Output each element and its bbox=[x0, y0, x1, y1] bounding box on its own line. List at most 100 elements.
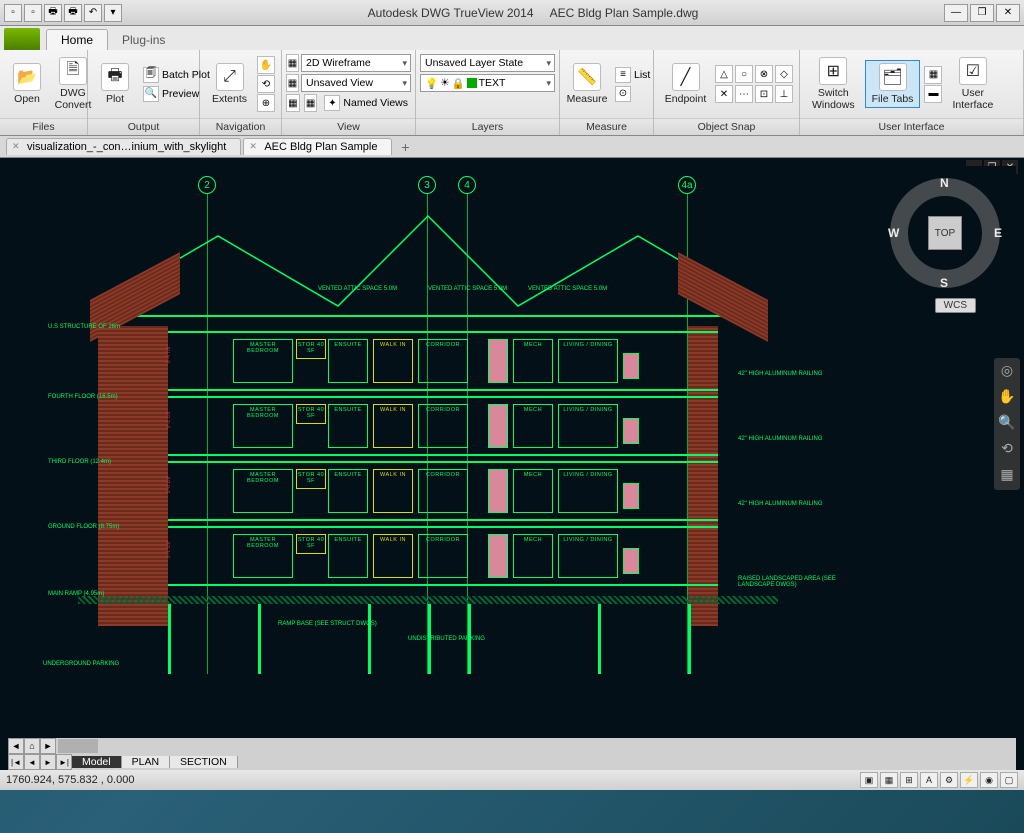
orbit-icon[interactable]: ⟲ bbox=[257, 75, 275, 93]
file-tab-1[interactable]: visualization_-_con…inium_with_skylight bbox=[6, 138, 241, 155]
layout-tab-section[interactable]: SECTION bbox=[170, 756, 238, 768]
orbit-tool-icon[interactable]: ⟲ bbox=[997, 440, 1017, 460]
panel-osnap-label: Object Snap bbox=[654, 118, 799, 135]
railing-note: 42" HIGH ALUMINUM RAILING bbox=[738, 436, 822, 442]
grid-toggle-icon[interactable]: ▦ bbox=[880, 772, 898, 788]
viewcube-top-face[interactable]: TOP bbox=[928, 216, 962, 250]
named-views-button[interactable]: ✦Named Views bbox=[321, 94, 411, 112]
viewcube-south[interactable]: S bbox=[940, 276, 948, 290]
measure-button[interactable]: 📏 Measure bbox=[566, 61, 608, 107]
scroll-thumb[interactable] bbox=[58, 739, 98, 753]
switch-windows-button[interactable]: ⊞ Switch Windows bbox=[806, 55, 861, 113]
elevator bbox=[488, 339, 508, 383]
underground-label: UNDISTRIBUTED PARKING bbox=[408, 636, 485, 642]
qat-undo-icon[interactable]: ↶ bbox=[84, 4, 102, 22]
wcs-dropdown[interactable]: WCS bbox=[935, 298, 976, 313]
plot-button[interactable]: 🖶 Plot bbox=[94, 61, 136, 107]
elevator bbox=[488, 404, 508, 448]
vp2-icon[interactable]: ▦ bbox=[304, 94, 318, 112]
elevator bbox=[623, 483, 639, 509]
extents-button[interactable]: ⤢ Extents bbox=[206, 61, 253, 107]
scroll-right-icon[interactable]: ► bbox=[40, 738, 56, 754]
qat-open-icon[interactable]: ▫ bbox=[24, 4, 42, 22]
switch-windows-label: Switch Windows bbox=[812, 87, 855, 111]
model-paper-toggle[interactable]: ▣ bbox=[860, 772, 878, 788]
viewcube-east[interactable]: E bbox=[994, 226, 1002, 240]
showmotion-icon[interactable]: ▦ bbox=[997, 466, 1017, 486]
visual-style-dropdown[interactable]: 2D Wireframe bbox=[301, 54, 411, 72]
qat-plot-icon[interactable]: 🖶 bbox=[44, 4, 62, 22]
file-tab-2[interactable]: AEC Bldg Plan Sample bbox=[243, 138, 392, 155]
id-button[interactable]: ⊙ bbox=[612, 85, 653, 103]
list-button[interactable]: ≡List bbox=[612, 66, 653, 84]
scroll-left-icon[interactable]: ◄ bbox=[8, 738, 24, 754]
osnap-ins-icon[interactable]: ⊡ bbox=[755, 85, 773, 103]
layout-next-icon[interactable]: ► bbox=[40, 754, 56, 770]
ui-label: User Interface bbox=[952, 87, 993, 111]
pan-tool-icon[interactable]: ✋ bbox=[997, 388, 1017, 408]
layout-tab-plan[interactable]: PLAN bbox=[122, 756, 170, 768]
isolate-objects-icon[interactable]: ◉ bbox=[980, 772, 998, 788]
railing-note: 42" HIGH ALUMINUM RAILING bbox=[738, 371, 822, 377]
roof-outline bbox=[98, 206, 758, 326]
snap-toggle-icon[interactable]: ⊞ bbox=[900, 772, 918, 788]
layout-first-icon[interactable]: |◄ bbox=[8, 754, 24, 770]
viewcube-north[interactable]: N bbox=[940, 176, 949, 190]
horizontal-scrollbar[interactable]: ◄ ⌂ ► bbox=[8, 738, 1016, 754]
tab-home[interactable]: Home bbox=[46, 29, 108, 50]
app-menu-icon[interactable] bbox=[4, 28, 40, 50]
clean-screen-icon[interactable]: ▢ bbox=[1000, 772, 1018, 788]
drawing-content: 2 3 4 4a VENTED ATTIC SPACE 5.0M VENTED … bbox=[38, 176, 836, 692]
osnap-perp-icon[interactable]: ⊥ bbox=[775, 85, 793, 103]
qat-print-icon[interactable]: 🖶 bbox=[64, 4, 82, 22]
hardware-accel-icon[interactable]: ⚡ bbox=[960, 772, 978, 788]
room-label: WALK IN bbox=[374, 405, 412, 413]
endpoint-button[interactable]: ╱ Endpoint bbox=[660, 61, 711, 107]
open-button[interactable]: 📂 Open bbox=[6, 61, 48, 107]
scroll-home-icon[interactable]: ⌂ bbox=[24, 738, 40, 754]
workspace-switch-icon[interactable]: ⚙ bbox=[940, 772, 958, 788]
window-controls: — ❐ ✕ bbox=[944, 4, 1020, 22]
panel-output-label[interactable]: Output bbox=[88, 118, 199, 135]
layout-tab-model[interactable]: Model bbox=[72, 756, 122, 768]
room-label: STOR 40 SF bbox=[297, 470, 325, 484]
panel-layers-label[interactable]: Layers bbox=[416, 118, 559, 135]
file-tabs-icon: 🗂 bbox=[879, 63, 907, 91]
user-interface-button[interactable]: ☑ User Interface bbox=[946, 55, 999, 113]
file-tabs-button[interactable]: 🗂 File Tabs bbox=[865, 60, 921, 108]
zoom-tool-icon[interactable]: 🔍 bbox=[997, 414, 1017, 434]
zoom-icon[interactable]: ⊕ bbox=[257, 94, 275, 112]
steering-wheel-icon[interactable]: ◎ bbox=[997, 362, 1017, 382]
toolbar-icon[interactable]: ▦ bbox=[924, 66, 942, 84]
list-icon: ≡ bbox=[615, 67, 631, 83]
vp-icon[interactable]: ▦ bbox=[286, 94, 300, 112]
pan-icon[interactable]: ✋ bbox=[257, 56, 275, 74]
osnap-int-icon[interactable]: ✕ bbox=[715, 85, 733, 103]
maximize-button[interactable]: ❐ bbox=[970, 4, 994, 22]
qat-dropdown-icon[interactable]: ▾ bbox=[104, 4, 122, 22]
annotation-scale-icon[interactable]: A bbox=[920, 772, 938, 788]
minimize-button[interactable]: — bbox=[944, 4, 968, 22]
viewcube[interactable]: N S W E TOP bbox=[890, 178, 1000, 288]
tab-plugins[interactable]: Plug-ins bbox=[108, 30, 179, 50]
statusbar-icon[interactable]: ▬ bbox=[924, 85, 942, 103]
layer-state-dropdown[interactable]: Unsaved Layer State bbox=[420, 54, 555, 72]
close-button[interactable]: ✕ bbox=[996, 4, 1020, 22]
view-dropdown[interactable]: Unsaved View bbox=[301, 74, 411, 92]
new-tab-button[interactable]: + bbox=[394, 139, 416, 155]
layout-last-icon[interactable]: ►| bbox=[56, 754, 72, 770]
osnap-node-icon[interactable]: ⊗ bbox=[755, 65, 773, 83]
osnap-center-icon[interactable]: ○ bbox=[735, 65, 753, 83]
osnap-ext-icon[interactable]: ⋯ bbox=[735, 85, 753, 103]
layout-prev-icon[interactable]: ◄ bbox=[24, 754, 40, 770]
qat-new-icon[interactable]: ▫ bbox=[4, 4, 22, 22]
panel-navigation: ⤢ Extents ✋ ⟲ ⊕ Navigation bbox=[200, 50, 282, 135]
viewcube-west[interactable]: W bbox=[888, 226, 899, 240]
drawing-canvas[interactable]: 2 3 4 4a VENTED ATTIC SPACE 5.0M VENTED … bbox=[8, 166, 1016, 782]
room-label: MASTER BEDROOM bbox=[234, 340, 292, 354]
panel-layers: Unsaved Layer State 💡☀🔒TEXT Layers bbox=[416, 50, 560, 135]
osnap-quad-icon[interactable]: ◇ bbox=[775, 65, 793, 83]
measure-label: Measure bbox=[567, 93, 608, 105]
layer-dropdown[interactable]: 💡☀🔒TEXT bbox=[420, 74, 555, 92]
osnap-mid-icon[interactable]: △ bbox=[715, 65, 733, 83]
